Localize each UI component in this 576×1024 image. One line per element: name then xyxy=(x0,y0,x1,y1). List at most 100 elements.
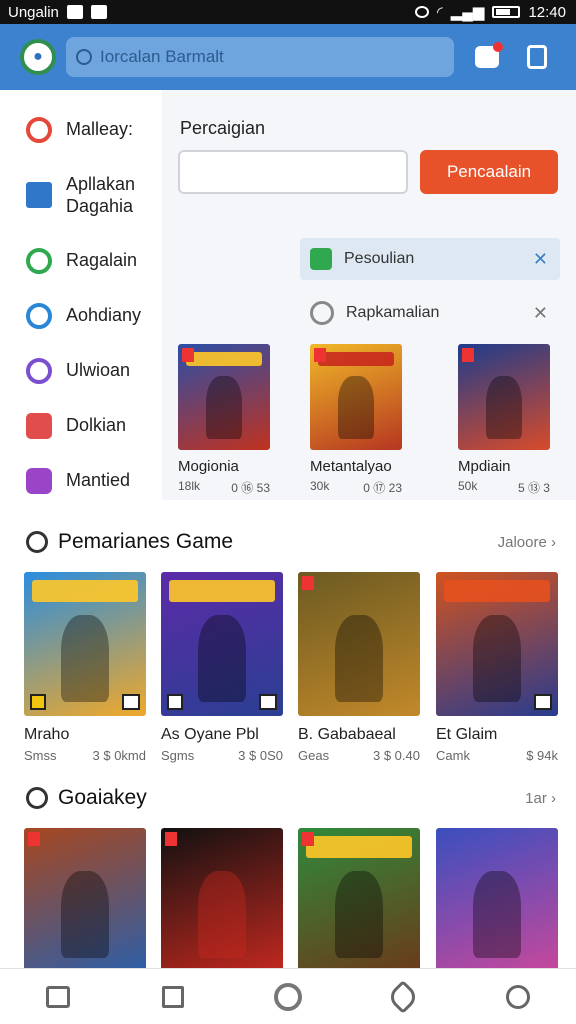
search-panel: Percaigian Pencaalain Pesoulian ✕ Rapkam… xyxy=(162,90,576,500)
game-card[interactable] xyxy=(436,828,558,972)
game-meta: 50k 5 ⑬ 3 xyxy=(458,479,550,496)
cover-title-band xyxy=(318,352,394,366)
panel-search-button[interactable]: Pencaalain xyxy=(420,150,558,194)
game-name: Mraho xyxy=(24,726,70,743)
games-icon xyxy=(273,982,302,1011)
game-card[interactable] xyxy=(24,828,146,972)
sidebar-item-4[interactable]: Aohdiany xyxy=(0,288,162,343)
app-header: ● xyxy=(0,24,576,90)
cover-figure xyxy=(472,871,522,958)
game-cover xyxy=(298,828,420,972)
game-downloads: 50k xyxy=(458,479,478,493)
game-name: Mpdiain xyxy=(458,458,511,475)
notification-button[interactable] xyxy=(470,40,504,74)
game-meta: Sgms 3 $ 0S0 xyxy=(161,748,283,763)
share-button[interactable] xyxy=(520,40,554,74)
game-meta: Smss 3 $ 0kmd xyxy=(24,748,146,763)
close-icon[interactable]: ✕ xyxy=(533,303,548,324)
game-cover xyxy=(24,828,146,972)
game-meta: Geas 3 $ 0.40 xyxy=(298,748,420,763)
game-rating: 0 ⑰ 23 xyxy=(363,481,402,495)
check-icon xyxy=(310,248,332,270)
sidebar-item-2[interactable]: Apllakan Dagahia xyxy=(0,157,162,233)
pin-close-icon[interactable]: ✕ xyxy=(533,249,548,270)
game-card[interactable]: Et Glaim Camk $ 94k xyxy=(436,572,558,763)
sidebar-item-label: Apllakan Dagahia xyxy=(66,174,136,216)
sidebar-item-7[interactable]: Mantied xyxy=(0,453,162,508)
clock-time: 12:40 xyxy=(528,3,566,21)
sidebar-item-label: Ragalain xyxy=(66,250,138,270)
game-cover xyxy=(436,828,558,972)
game-section-icon xyxy=(26,531,48,553)
game-card[interactable]: Mraho Smss 3 $ 0kmd xyxy=(24,572,146,763)
game-cover xyxy=(161,572,283,716)
nav-home-button[interactable] xyxy=(38,977,78,1017)
game-card-mini[interactable]: Metantalyao 30k 0 ⑰ 23 xyxy=(310,344,402,496)
battery-icon xyxy=(492,6,521,18)
cover-figure xyxy=(334,871,384,958)
game-rating: 5 ⑬ 3 xyxy=(517,481,550,495)
see-more-link[interactable]: 1ar › xyxy=(525,790,556,807)
badge-icon xyxy=(182,348,194,362)
search-icon xyxy=(76,49,92,65)
game-section-icon xyxy=(26,787,48,809)
game-card[interactable] xyxy=(298,828,420,972)
panel-title: Percaigian xyxy=(180,118,266,138)
sidebar-item-5[interactable]: Ulwioan xyxy=(0,343,162,398)
square-icon xyxy=(161,985,184,1008)
game-name: As Oyane Pbl xyxy=(161,726,259,743)
search-bar[interactable] xyxy=(66,37,454,77)
sidebar-item-6[interactable]: Dolkian xyxy=(0,398,162,453)
cover-figure xyxy=(472,615,522,702)
game-card-mini[interactable]: Mpdiain 50k 5 ⑬ 3 xyxy=(458,344,550,496)
cover-figure xyxy=(205,375,243,440)
search-input[interactable] xyxy=(100,47,430,67)
panel-search-field[interactable] xyxy=(178,150,408,194)
game-cover xyxy=(436,572,558,716)
signal-icon: ▂▄▆ xyxy=(450,4,485,21)
game-downloads: Camk xyxy=(436,748,470,763)
badge-icon xyxy=(167,694,183,710)
game-cover xyxy=(310,344,402,450)
pin-icon xyxy=(26,116,52,143)
game-card-mini[interactable]: Mogionia 18lk 0 ⑯ 53 xyxy=(178,344,270,496)
game-meta: 30k 0 ⑰ 23 xyxy=(310,479,402,496)
game-cover xyxy=(458,344,550,450)
sidebar-item-1[interactable]: Malleay: xyxy=(0,102,162,157)
badge-icon xyxy=(302,832,314,846)
see-more-link[interactable]: Jaloore › xyxy=(498,534,556,551)
sidebar-item-label: Malleay: xyxy=(66,119,134,139)
game-card[interactable] xyxy=(161,828,283,972)
game-card[interactable]: As Oyane Pbl Sgms 3 $ 0S0 xyxy=(161,572,283,763)
badge-icon xyxy=(28,832,40,846)
game-card[interactable]: B. Gababaeal Geas 3 $ 0.40 xyxy=(298,572,420,763)
chip-label: Pesoulian xyxy=(344,250,415,267)
app-logo[interactable]: ● xyxy=(20,39,56,75)
filter-chip-b[interactable]: Rapkamalian ✕ xyxy=(300,292,560,334)
cover-figure xyxy=(197,615,247,702)
badge-icon xyxy=(30,694,46,710)
cover-title-band xyxy=(306,836,412,858)
list-icon xyxy=(26,412,52,439)
circle-icon xyxy=(26,302,52,329)
game-rating: 0 ⑯ 53 xyxy=(231,481,270,495)
share-icon xyxy=(527,45,547,69)
game-name: Metantalyao xyxy=(310,458,392,475)
sidebar-item-3[interactable]: Ragalain xyxy=(0,233,162,288)
status-bar: Ungalin ◜ ▂▄▆ 12:40 xyxy=(0,0,576,24)
target-icon xyxy=(310,301,334,325)
nav-profile-button[interactable] xyxy=(498,977,538,1017)
bottom-nav xyxy=(0,968,576,1024)
section-header: Goaiakey 1ar › xyxy=(26,786,556,810)
nav-favorites-button[interactable] xyxy=(383,977,423,1017)
filter-chip-a[interactable]: Pesoulian ✕ xyxy=(300,238,560,280)
alarm-icon xyxy=(414,6,429,18)
section-title: Goaiakey xyxy=(58,786,147,809)
cover-figure xyxy=(60,615,110,702)
sidebar-item-label: Aohdiany xyxy=(66,305,142,325)
carrier-label: Ungalin xyxy=(8,3,59,21)
game-meta: Camk $ 94k xyxy=(436,748,558,763)
section-header: Pemarianes Game Jaloore › xyxy=(26,530,556,554)
nav-games-button[interactable] xyxy=(268,977,308,1017)
nav-apps-button[interactable] xyxy=(153,977,193,1017)
